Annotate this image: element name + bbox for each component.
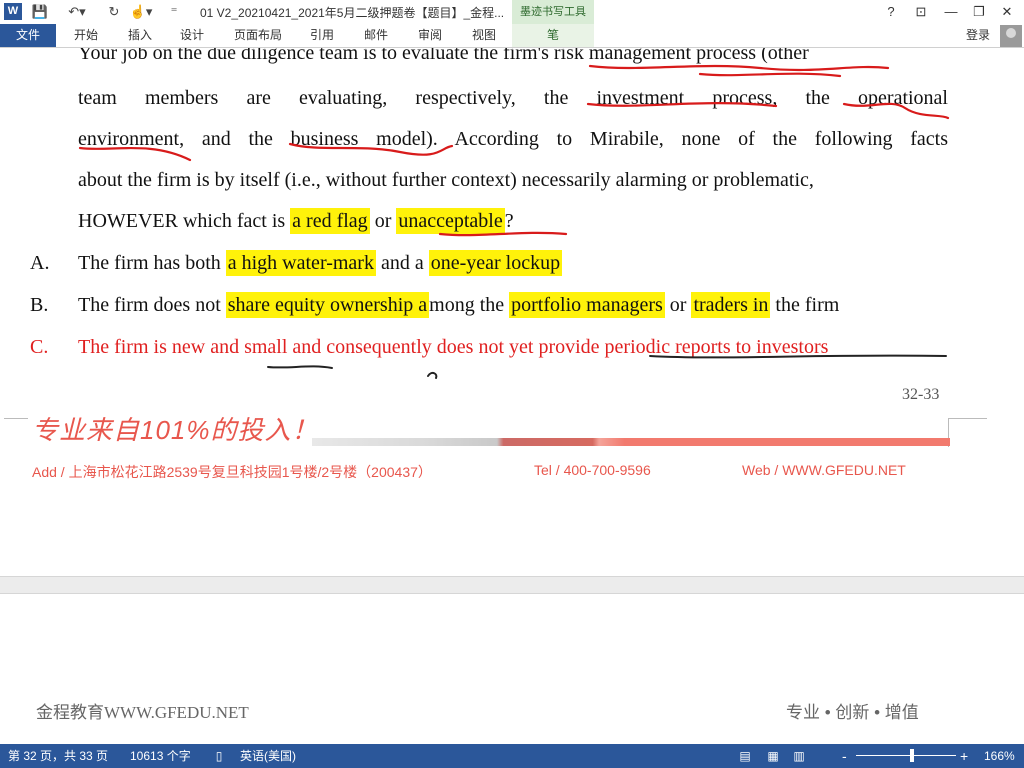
brand-slogan: 专业来自101%的投入！ <box>32 415 319 445</box>
highlight-unacceptable: unacceptable <box>396 208 505 234</box>
tab-file[interactable]: 文件 <box>0 24 56 47</box>
tab-pen[interactable]: 笔 <box>512 24 594 47</box>
word-app-icon: W <box>4 3 22 20</box>
tab-layout[interactable]: 页面布局 <box>234 24 282 47</box>
highlight-water-mark: a high water-mark <box>225 250 376 276</box>
highlight-lockup: one-year lockup <box>428 250 563 276</box>
decorative-bar <box>312 438 950 446</box>
restore-button[interactable]: ❐ <box>968 2 990 22</box>
undo-icon[interactable]: ↶▾ <box>62 2 92 22</box>
corner-mark <box>948 418 987 447</box>
highlight-red-flag: a red flag <box>290 208 370 234</box>
sign-in-link[interactable]: 登录 <box>966 24 990 47</box>
ink-underline-small <box>267 365 333 369</box>
print-layout-icon[interactable]: ▦ <box>766 749 780 763</box>
zoom-slider-thumb[interactable] <box>910 749 914 762</box>
word-count[interactable]: 10613 个字 <box>130 744 191 768</box>
close-button[interactable]: ✕ <box>996 2 1018 22</box>
page-count[interactable]: 第 32 页，共 33 页 <box>8 744 108 768</box>
help-button[interactable]: ? <box>880 2 902 22</box>
highlight-portfolio-managers: portfolio managers <box>509 292 665 318</box>
avatar[interactable] <box>1000 25 1022 47</box>
redo-icon[interactable]: ↻ <box>104 2 124 22</box>
ink-mark <box>427 371 438 379</box>
highlight-traders: traders in <box>691 292 771 318</box>
title-bar: W 💾 ↶▾ ↻ ☝▾ ⁼ 01 V2_20210421_2021年5月二级押题… <box>0 0 1024 24</box>
web-layout-icon[interactable]: ▥ <box>792 749 806 763</box>
option-b-letter: B. <box>30 294 49 316</box>
tab-insert[interactable]: 插入 <box>128 24 152 47</box>
zoom-slider-track[interactable] <box>856 755 956 756</box>
ink-tools-group-label: 墨迹书写工具 <box>512 0 594 24</box>
footer-brand-url: 金程教育WWW.GFEDU.NET <box>36 703 249 722</box>
option-c-letter: C. <box>30 336 49 358</box>
touch-mode-icon[interactable]: ☝▾ <box>126 2 156 22</box>
question-line-1: team members are evaluating, respectivel… <box>78 87 948 109</box>
tab-home[interactable]: 开始 <box>74 24 98 47</box>
tab-references[interactable]: 引用 <box>310 24 334 47</box>
tab-mailings[interactable]: 邮件 <box>364 24 388 47</box>
minimize-button[interactable]: — <box>940 2 962 22</box>
document-canvas[interactable]: Your job on the due diligence team is to… <box>0 48 1024 744</box>
option-b-text: The firm does not share equity ownership… <box>78 292 840 318</box>
option-c-text: The firm is new and small and consequent… <box>78 336 829 358</box>
question-line-4: HOWEVER which fact is a red flag or unac… <box>78 208 514 234</box>
proofing-icon[interactable]: ▯ <box>212 749 226 763</box>
question-line-2: environment, and the business model). Ac… <box>78 128 948 150</box>
option-a-text: The firm has both a high water-mark and … <box>78 250 563 276</box>
ink-underline-risk-process-2 <box>698 72 842 78</box>
zoom-out-button[interactable]: - <box>842 744 847 768</box>
tab-view[interactable]: 视图 <box>472 24 496 47</box>
page-number: 32-33 <box>902 386 940 403</box>
window-title: 01 V2_20210421_2021年5月二级押题卷【题目】_金程... <box>200 6 505 20</box>
tab-review[interactable]: 审阅 <box>418 24 442 47</box>
ink-underline-risk-process <box>588 64 890 72</box>
language-indicator[interactable]: 英语(美国) <box>240 744 296 768</box>
option-a-letter: A. <box>30 252 50 274</box>
save-icon[interactable]: 💾 <box>30 2 50 22</box>
company-web: Web / WWW.GFEDU.NET <box>742 462 906 478</box>
question-line-0: Your job on the due diligence team is to… <box>78 48 809 64</box>
highlight-equity: share equity ownership a <box>225 292 430 318</box>
page-separator <box>0 576 1024 594</box>
customize-qa-icon[interactable]: ⁼ <box>164 2 184 22</box>
corner-mark <box>4 418 28 437</box>
ribbon-tabs: 文件 开始 插入 设计 页面布局 引用 邮件 审阅 视图 笔 登录 <box>0 24 1024 48</box>
tab-design[interactable]: 设计 <box>180 24 204 47</box>
footer-tagline: 专业 • 创新 • 增值 <box>786 703 919 722</box>
zoom-in-button[interactable]: + <box>960 744 968 768</box>
company-tel: Tel / 400-700-9596 <box>534 462 651 478</box>
ribbon-display-button[interactable]: ⊡ <box>910 2 932 22</box>
status-bar: 第 32 页，共 33 页 10613 个字 ▯ 英语(美国) ▤ ▦ ▥ - … <box>0 744 1024 768</box>
zoom-level[interactable]: 166% <box>984 744 1015 768</box>
read-mode-icon[interactable]: ▤ <box>738 749 752 763</box>
company-address: Add / 上海市松花江路2539号复旦科技园1号楼/2号楼（200437） <box>32 464 432 480</box>
question-line-3: about the firm is by itself (i.e., witho… <box>78 169 814 191</box>
